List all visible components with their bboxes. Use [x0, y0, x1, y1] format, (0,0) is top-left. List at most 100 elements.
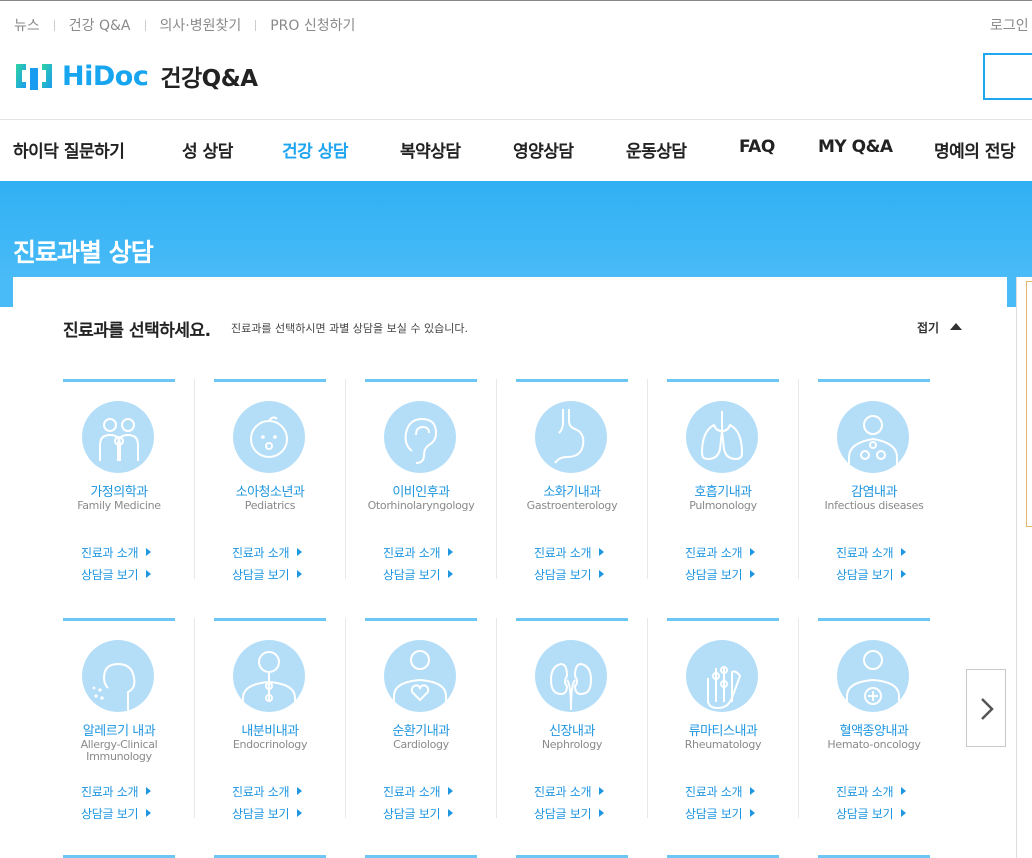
department-posts-link[interactable]: 상담글 보기: [383, 805, 454, 822]
department-intro-link[interactable]: 진료과 소개: [685, 544, 756, 561]
department-card[interactable]: 류마티스내과 Rheumatology 진료과 소개 상담글 보기: [667, 618, 818, 823]
posts-link-label: 상담글 보기: [81, 568, 139, 582]
endocrine-icon[interactable]: [233, 640, 305, 712]
department-english-name: Otorhinolaryngology: [367, 499, 475, 512]
nav-health-consult[interactable]: 건강 상담: [282, 137, 348, 162]
department-intro-link[interactable]: 진료과 소개: [534, 783, 605, 800]
logo[interactable]: HiDoc 건강Q&A: [12, 58, 258, 94]
fold-button[interactable]: 접기: [917, 319, 939, 336]
department-intro-link[interactable]: 진료과 소개: [836, 783, 907, 800]
department-name[interactable]: 신장내과: [516, 720, 628, 739]
department-card[interactable]: 신장내과 Nephrology 진료과 소개 상담글 보기: [516, 618, 667, 823]
nav-sex-consult[interactable]: 성 상담: [182, 137, 233, 162]
posts-link-label: 상담글 보기: [383, 807, 441, 821]
intro-link-label: 진료과 소개: [534, 546, 592, 560]
department-intro-link[interactable]: 진료과 소개: [685, 783, 756, 800]
department-name[interactable]: 감염내과: [818, 481, 930, 500]
department-intro-link[interactable]: 진료과 소개: [383, 783, 454, 800]
heart-icon[interactable]: [384, 640, 456, 712]
nav-exercise-consult[interactable]: 운동상담: [626, 137, 687, 162]
ear-icon[interactable]: [384, 401, 456, 473]
triangle-right-icon: [448, 548, 454, 556]
department-intro-link[interactable]: 진료과 소개: [534, 544, 605, 561]
card-divider: [798, 618, 799, 818]
side-panel: [1026, 281, 1032, 527]
department-name[interactable]: 혈액종양내과: [818, 720, 930, 739]
stomach-icon[interactable]: [535, 401, 607, 473]
logo-brand: HiDoc: [62, 60, 149, 92]
department-intro-link[interactable]: 진료과 소개: [232, 544, 303, 561]
allergy-icon[interactable]: [82, 640, 154, 712]
baby-icon[interactable]: [233, 401, 305, 473]
divider: [255, 19, 257, 31]
triangle-right-icon: [599, 548, 605, 556]
kidney-icon[interactable]: [535, 640, 607, 712]
department-posts-link[interactable]: 상담글 보기: [81, 566, 152, 583]
department-posts-link[interactable]: 상담글 보기: [534, 566, 605, 583]
department-name[interactable]: 호흡기내과: [667, 481, 779, 500]
card-accent-bar: [667, 618, 779, 621]
department-name[interactable]: 소아청소년과: [214, 481, 326, 500]
department-card[interactable]: 호흡기내과 Pulmonology 진료과 소개 상담글 보기: [667, 379, 818, 584]
triangle-right-icon: [750, 787, 756, 795]
department-posts-link[interactable]: 상담글 보기: [685, 566, 756, 583]
department-posts-link[interactable]: 상담글 보기: [534, 805, 605, 822]
blood-icon[interactable]: [837, 640, 909, 712]
page-title: 진료과별 상담: [13, 238, 154, 267]
hand-icon[interactable]: [686, 640, 758, 712]
nav-faq[interactable]: FAQ: [739, 137, 775, 157]
department-intro-link[interactable]: 진료과 소개: [81, 544, 152, 561]
util-link-health-qa[interactable]: 건강 Q&A: [69, 15, 131, 35]
department-name[interactable]: 내분비내과: [214, 720, 326, 739]
card-divider: [496, 618, 497, 818]
family-icon[interactable]: [82, 401, 154, 473]
department-posts-link[interactable]: 상담글 보기: [836, 566, 907, 583]
department-name[interactable]: 소화기내과: [516, 481, 628, 500]
search-input[interactable]: [983, 53, 1032, 100]
department-card[interactable]: 알레르기 내과 Allergy-Clinical Immunology 진료과 …: [63, 618, 214, 823]
intro-link-label: 진료과 소개: [836, 785, 894, 799]
department-name[interactable]: 알레르기 내과: [63, 720, 175, 739]
login-link[interactable]: 로그인: [990, 15, 1029, 35]
nav-my-qa[interactable]: MY Q&A: [818, 137, 893, 157]
util-link-find-doctor[interactable]: 의사·병원찾기: [160, 15, 242, 35]
department-card[interactable]: 이비인후과 Otorhinolaryngology 진료과 소개 상담글 보기: [365, 379, 516, 584]
department-posts-link[interactable]: 상담글 보기: [232, 805, 303, 822]
card-divider: [345, 379, 346, 579]
triangle-right-icon: [146, 570, 152, 578]
department-name[interactable]: 가정의학과: [63, 481, 175, 500]
department-name[interactable]: 이비인후과: [365, 481, 477, 500]
department-intro-link[interactable]: 진료과 소개: [232, 783, 303, 800]
triangle-right-icon: [750, 548, 756, 556]
department-intro-link[interactable]: 진료과 소개: [383, 544, 454, 561]
department-name[interactable]: 류마티스내과: [667, 720, 779, 739]
util-link-pro-apply[interactable]: PRO 신청하기: [270, 15, 355, 35]
department-posts-link[interactable]: 상담글 보기: [81, 805, 152, 822]
department-card[interactable]: 감염내과 Infectious diseases 진료과 소개 상담글 보기: [818, 379, 969, 584]
nav-nutrition-consult[interactable]: 영양상담: [513, 137, 574, 162]
virus-icon[interactable]: [837, 401, 909, 473]
lungs-icon[interactable]: [686, 401, 758, 473]
department-posts-link[interactable]: 상담글 보기: [383, 566, 454, 583]
nav-ask-hidoc[interactable]: 하이닥 질문하기: [13, 137, 125, 162]
department-intro-link[interactable]: 진료과 소개: [81, 783, 152, 800]
next-page-button[interactable]: [966, 669, 1006, 747]
department-card[interactable]: 소화기내과 Gastroenterology 진료과 소개 상담글 보기: [516, 379, 667, 584]
department-card[interactable]: 가정의학과 Family Medicine 진료과 소개 상담글 보기: [63, 379, 214, 584]
card-accent-bar: [516, 379, 628, 382]
department-card[interactable]: 순환기내과 Cardiology 진료과 소개 상담글 보기: [365, 618, 516, 823]
department-name[interactable]: 순환기내과: [365, 720, 477, 739]
department-intro-link[interactable]: 진료과 소개: [836, 544, 907, 561]
department-posts-link[interactable]: 상담글 보기: [685, 805, 756, 822]
department-card[interactable]: 내분비내과 Endocrinology 진료과 소개 상담글 보기: [214, 618, 365, 823]
triangle-right-icon: [448, 787, 454, 795]
nav-hall-of-fame[interactable]: 명예의 전당: [934, 137, 1016, 162]
card-accent-bar: [818, 379, 930, 382]
caret-up-icon[interactable]: [950, 323, 962, 330]
util-link-news[interactable]: 뉴스: [14, 15, 40, 35]
nav-medication-consult[interactable]: 복약상담: [400, 137, 461, 162]
department-posts-link[interactable]: 상담글 보기: [232, 566, 303, 583]
department-card[interactable]: 소아청소년과 Pediatrics 진료과 소개 상담글 보기: [214, 379, 365, 584]
department-card[interactable]: 혈액종양내과 Hemato-oncology 진료과 소개 상담글 보기: [818, 618, 969, 823]
department-posts-link[interactable]: 상담글 보기: [836, 805, 907, 822]
